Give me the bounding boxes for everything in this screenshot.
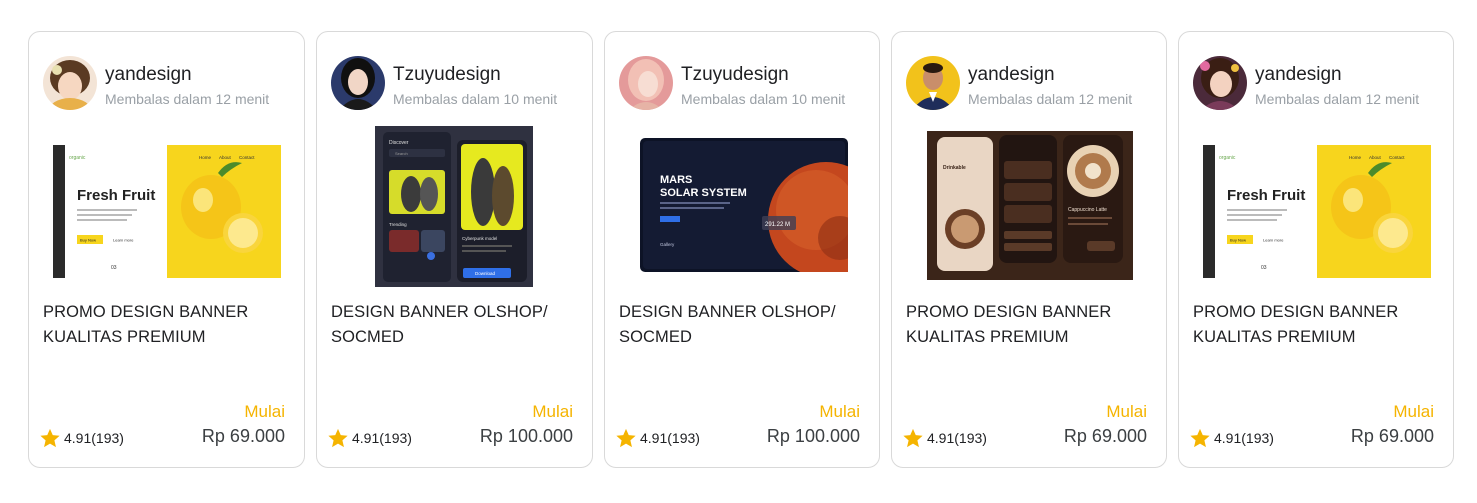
service-title[interactable]: DESIGN BANNER OLSHOP/ SOCMED [331, 300, 571, 350]
svg-text:About: About [219, 155, 232, 160]
seller-avatar[interactable] [1193, 56, 1247, 110]
price-prefix: Mulai [819, 402, 860, 421]
star-icon [328, 428, 348, 448]
seller-name[interactable]: yandesign [105, 64, 192, 86]
service-card-list: yandesign Membalas dalam 12 menit organi… [28, 31, 1454, 468]
reply-time: Membalas dalam 12 menit [1255, 91, 1420, 107]
rating: 4.91(193) [327, 427, 412, 449]
rating: 4.91(193) [615, 427, 700, 449]
svg-text:Discover: Discover [389, 140, 409, 146]
price: Rp 69.000 [1063, 426, 1147, 446]
product-thumbnail[interactable]: Discover Search Trending Cyberpunk model… [375, 126, 533, 287]
rating-value: 4.91(193) [352, 430, 412, 446]
thumb-heading: Fresh Fruit [1227, 187, 1305, 204]
svg-text:Contact: Contact [1389, 155, 1405, 160]
price: Rp 69.000 [1350, 426, 1434, 446]
seller-avatar[interactable] [331, 56, 385, 110]
service-card[interactable]: Tzuyudesign Membalas dalam 10 menit Disc… [316, 31, 593, 468]
price-prefix: Mulai [244, 402, 285, 421]
service-title[interactable]: PROMO DESIGN BANNER KUALITAS PREMIUM [906, 300, 1146, 350]
star-icon [616, 428, 636, 448]
seller-name[interactable]: Tzuyudesign [681, 64, 789, 86]
svg-text:Gallery: Gallery [660, 242, 675, 247]
service-title[interactable]: PROMO DESIGN BANNER KUALITAS PREMIUM [1193, 300, 1433, 350]
seller-name[interactable]: yandesign [1255, 64, 1342, 86]
price: Rp 69.000 [201, 426, 285, 446]
seller-avatar[interactable] [619, 56, 673, 110]
price-prefix: Mulai [1393, 402, 1434, 421]
svg-text:Buy Now: Buy Now [80, 238, 96, 243]
svg-text:291.22 M: 291.22 M [765, 222, 790, 228]
service-card[interactable]: Tzuyudesign Membalas dalam 10 menit MARS… [604, 31, 880, 468]
svg-text:About: About [1369, 155, 1382, 160]
star-icon [903, 428, 923, 448]
rating-value: 4.91(193) [1214, 430, 1274, 446]
price-prefix: Mulai [532, 402, 573, 421]
rating: 4.91(193) [39, 427, 124, 449]
reply-time: Membalas dalam 10 menit [681, 91, 846, 107]
seller-avatar[interactable] [43, 56, 97, 110]
star-icon [1190, 428, 1210, 448]
svg-text:Learn more: Learn more [1263, 238, 1284, 243]
rating-value: 4.91(193) [64, 430, 124, 446]
price-prefix: Mulai [1106, 402, 1147, 421]
reply-time: Membalas dalam 12 menit [968, 91, 1133, 107]
svg-text:Search: Search [395, 151, 408, 156]
svg-text:Cyberpunk model: Cyberpunk model [462, 236, 497, 241]
svg-text:Cappuccino Latte: Cappuccino Latte [1068, 207, 1107, 213]
svg-text:Download: Download [475, 271, 496, 276]
product-thumbnail[interactable]: organic Home About Contact Fresh Fruit B… [1203, 145, 1431, 278]
svg-text:MARS: MARS [660, 174, 692, 186]
product-thumbnail[interactable]: organic Home About Contact Fresh Fruit B… [53, 145, 281, 278]
service-card[interactable]: yandesign Membalas dalam 12 menit organi… [28, 31, 305, 468]
reply-time: Membalas dalam 10 menit [393, 91, 558, 107]
service-card[interactable]: yandesign Membalas dalam 12 menit organi… [1178, 31, 1454, 468]
reply-time: Membalas dalam 12 menit [105, 91, 270, 107]
thumb-heading: Fresh Fruit [77, 187, 155, 204]
service-title[interactable]: DESIGN BANNER OLSHOP/ SOCMED [619, 300, 859, 350]
svg-text:Buy Now: Buy Now [1230, 238, 1246, 243]
svg-text:03: 03 [1261, 265, 1267, 271]
seller-avatar[interactable] [906, 56, 960, 110]
product-thumbnail[interactable]: MARS SOLAR SYSTEM 291.22 M Gallery [640, 138, 848, 272]
seller-name[interactable]: yandesign [968, 64, 1055, 86]
svg-text:SOLAR SYSTEM: SOLAR SYSTEM [660, 187, 747, 199]
thumb-logo: organic [1219, 155, 1236, 161]
rating-value: 4.91(193) [640, 430, 700, 446]
svg-text:Learn more: Learn more [113, 238, 134, 243]
service-title[interactable]: PROMO DESIGN BANNER KUALITAS PREMIUM [43, 300, 283, 350]
rating: 4.91(193) [902, 427, 987, 449]
svg-text:Drinkable: Drinkable [943, 165, 966, 171]
service-card[interactable]: yandesign Membalas dalam 12 menit Drinka… [891, 31, 1167, 468]
price: Rp 100.000 [479, 426, 573, 446]
svg-text:Trending: Trending [389, 222, 407, 227]
svg-text:Contact: Contact [239, 155, 255, 160]
seller-name[interactable]: Tzuyudesign [393, 64, 501, 86]
rating: 4.91(193) [1189, 427, 1274, 449]
price: Rp 100.000 [766, 426, 860, 446]
thumb-logo: organic [69, 155, 86, 161]
rating-value: 4.91(193) [927, 430, 987, 446]
svg-text:Home: Home [199, 155, 212, 160]
star-icon [40, 428, 60, 448]
product-thumbnail[interactable]: Drinkable Cappuccino Latte [927, 131, 1133, 280]
svg-text:Home: Home [1349, 155, 1362, 160]
